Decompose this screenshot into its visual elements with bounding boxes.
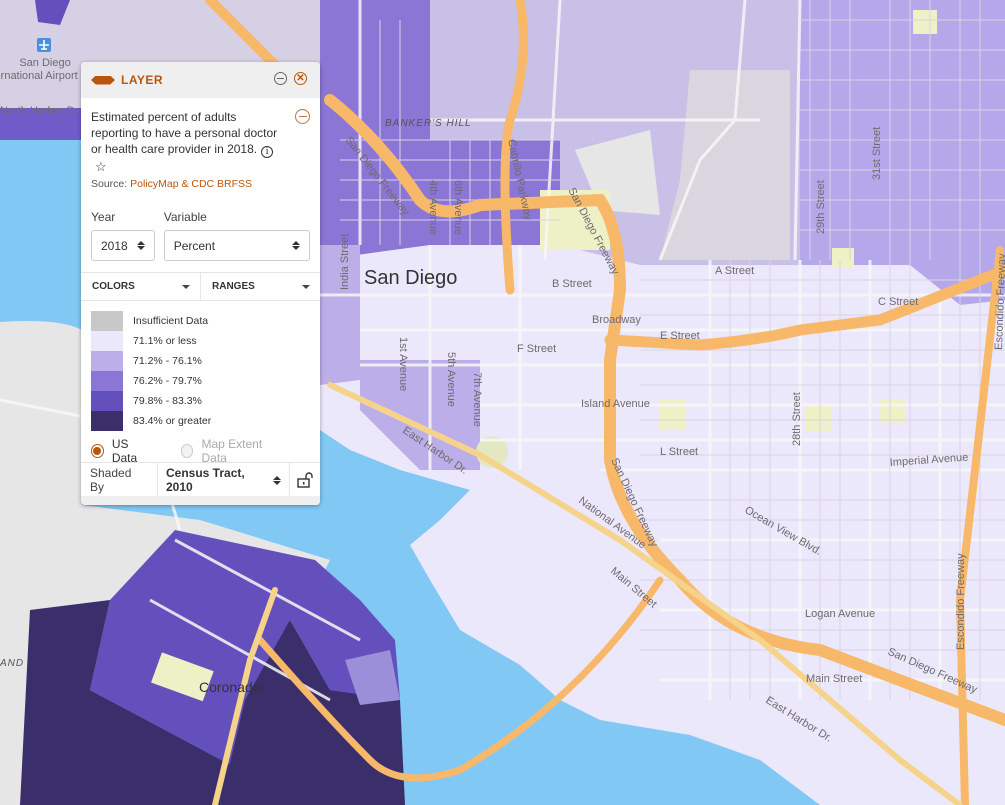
label-coronado: Coronado xyxy=(199,679,261,695)
label-4th-ave: 4th Avenue xyxy=(427,180,439,235)
source-line: Source: PolicyMap & CDC BRFSS xyxy=(91,178,310,190)
caret-down-icon xyxy=(182,284,190,289)
updown-icon xyxy=(136,241,145,250)
legend-swatch xyxy=(91,391,123,411)
legend: Insufficient Data 71.1% or less 71.2% - … xyxy=(81,301,320,431)
label-b-street: B Street xyxy=(552,278,592,290)
legend-item: 79.8% - 83.3% xyxy=(91,391,310,411)
label-f-street: F Street xyxy=(517,343,556,355)
label-broadway: Broadway xyxy=(592,314,641,326)
legend-item: 83.4% or greater xyxy=(91,411,310,431)
layer-icon xyxy=(91,76,115,85)
legend-label: 76.2% - 79.7% xyxy=(133,375,202,387)
layer-panel-title: LAYER xyxy=(121,73,164,87)
label-india-st: India Street xyxy=(339,234,351,290)
legend-item: Insufficient Data xyxy=(91,311,310,331)
park xyxy=(832,248,854,268)
colors-label: COLORS xyxy=(92,281,135,292)
source-prefix: Source: xyxy=(91,178,131,190)
variable-select[interactable]: Percent xyxy=(163,230,310,261)
shaded-by-row: Shaded By Census Tract, 2010 xyxy=(81,462,320,497)
airport-icon xyxy=(37,38,51,52)
legend-label: 71.2% - 76.1% xyxy=(133,355,202,367)
ranges-label: RANGES xyxy=(212,281,255,292)
label-6th-ave: 6th Avenue xyxy=(452,180,464,235)
park xyxy=(913,10,937,34)
selector-row: Year 2018 Variable Percent xyxy=(81,210,320,261)
panel-footer xyxy=(81,496,320,505)
label-5th-ave: 5th Avenue xyxy=(445,352,457,407)
label-logan-ave: Logan Avenue xyxy=(805,608,875,620)
legend-item: 71.1% or less xyxy=(91,331,310,351)
description-text: Estimated percent of adults reporting to… xyxy=(91,110,278,156)
label-airport-2: International Airport xyxy=(0,70,78,82)
info-icon[interactable]: i xyxy=(261,146,274,158)
variable-label: Variable xyxy=(163,210,207,224)
colors-dropdown[interactable]: COLORS xyxy=(81,273,200,300)
ranges-dropdown[interactable]: RANGES xyxy=(200,273,320,300)
park xyxy=(806,403,831,431)
label-main-street-2: Main Street xyxy=(806,673,862,685)
legend-swatch xyxy=(91,371,123,391)
label-a-street: A Street xyxy=(715,265,754,277)
collapse-description-icon[interactable] xyxy=(295,109,310,124)
layer-description: Estimated percent of adults reporting to… xyxy=(81,98,320,190)
label-c-street: C Street xyxy=(878,296,918,308)
map-extent-label[interactable]: Map Extent Data xyxy=(201,437,282,465)
legend-label: 71.1% or less xyxy=(133,335,197,347)
legend-item: 76.2% - 79.7% xyxy=(91,371,310,391)
label-airport-1: San Diego xyxy=(19,57,70,69)
label-island-ave: Island Avenue xyxy=(581,398,650,410)
legend-swatch xyxy=(91,331,123,351)
layer-panel-header[interactable]: LAYER ✕ xyxy=(81,62,320,98)
label-e-street: E Street xyxy=(660,330,700,342)
year-value: 2018 xyxy=(101,238,128,253)
layer-panel: LAYER ✕ Estimated percent of adults repo… xyxy=(81,62,320,505)
colors-ranges-row: COLORS RANGES xyxy=(81,272,320,301)
data-scope-radios: US Data Map Extent Data xyxy=(81,437,320,465)
legend-label: 83.4% or greater xyxy=(133,415,212,427)
legend-swatch xyxy=(91,411,123,431)
close-panel-button[interactable]: ✕ xyxy=(294,72,307,85)
label-escondido-1: Escondido Freeway xyxy=(955,553,967,650)
label-city-san-diego: San Diego xyxy=(364,267,457,289)
label-l-street: L Street xyxy=(660,446,698,458)
caret-down-icon xyxy=(302,284,310,289)
variable-value: Percent xyxy=(173,238,216,253)
legend-swatch xyxy=(91,311,123,331)
label-29th-street: 29th Street xyxy=(815,180,827,234)
year-label: Year xyxy=(91,210,116,224)
shaded-by-select[interactable]: Census Tract, 2010 xyxy=(158,463,290,497)
source-link[interactable]: PolicyMap & CDC BRFSS xyxy=(130,178,252,190)
legend-label: 79.8% - 83.3% xyxy=(133,395,202,407)
label-7th-ave: 7th Avenue xyxy=(471,372,483,427)
us-data-radio[interactable] xyxy=(91,444,104,458)
label-1st-ave: 1st Avenue xyxy=(397,337,409,391)
shaded-by-value: Census Tract, 2010 xyxy=(166,466,245,494)
updown-icon xyxy=(273,475,281,485)
legend-swatch xyxy=(91,351,123,371)
year-select[interactable]: 2018 xyxy=(91,230,155,261)
legend-label: Insufficient Data xyxy=(133,315,209,327)
unlock-icon[interactable] xyxy=(290,463,320,497)
label-28th-street: 28th Street xyxy=(791,392,803,446)
label-island: AND xyxy=(0,658,24,669)
updown-icon xyxy=(292,241,300,250)
us-data-label[interactable]: US Data xyxy=(112,437,153,465)
minimize-panel-button[interactable] xyxy=(274,72,287,85)
label-north-harbor: North Harbor Dr. xyxy=(0,105,81,117)
label-31st-street: 31st Street xyxy=(871,127,883,180)
tract-golden-hill xyxy=(800,0,1005,305)
star-icon[interactable]: ☆ xyxy=(95,159,107,175)
label-bankers-hill: BANKER'S HILL xyxy=(385,118,472,129)
legend-item: 71.2% - 76.1% xyxy=(91,351,310,371)
map-extent-radio[interactable] xyxy=(180,444,194,458)
harbor-shore xyxy=(0,140,82,190)
shaded-by-label: Shaded By xyxy=(81,463,158,497)
